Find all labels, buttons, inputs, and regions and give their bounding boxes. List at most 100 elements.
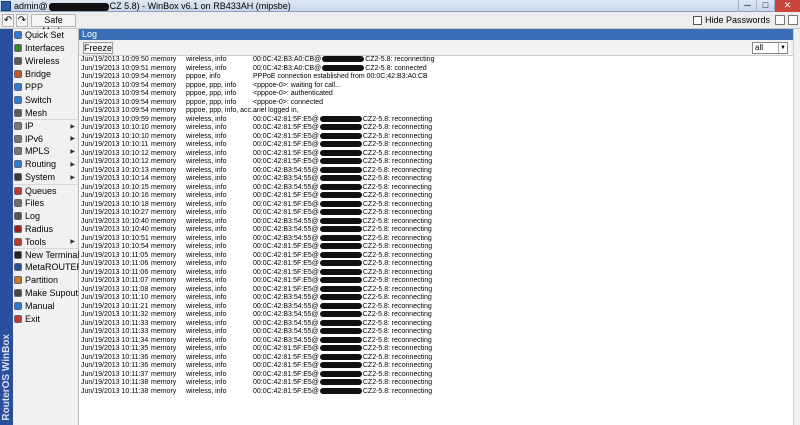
sidebar-item-switch[interactable]: Switch (13, 93, 78, 106)
log-row[interactable]: Jun/19/2013 10:10:13 memory wireless, info… (79, 167, 800, 176)
hide-passwords-checkbox[interactable] (692, 15, 702, 25)
sidebar-item-ipv6[interactable]: IPv6 ▶ (13, 132, 78, 145)
sidebar-item-metarouter[interactable]: MetaROUTER (13, 261, 83, 274)
log-row[interactable]: Jun/19/2013 10:11:05 memory wireless, info… (79, 252, 800, 261)
minimize-button[interactable]: ─ (738, 0, 756, 12)
redo-button[interactable]: ↷ (16, 14, 28, 27)
sidebar-item-new-terminal[interactable]: New Terminal (13, 248, 79, 261)
log-message: 00:0C:42:B3:54:55@ CZ2-5.8: reconnecting (253, 218, 432, 227)
chevron-right-icon: ▶ (70, 149, 75, 156)
log-message-suffix: CZ2-5.8: reconnecting (362, 141, 433, 148)
sidebar-item-log[interactable]: Log (13, 209, 78, 222)
sidebar-item-make-supout-rif[interactable]: Make Supout.rif (13, 287, 88, 300)
log-row[interactable]: Jun/19/2013 10:10:40 memory wireless, info… (79, 218, 800, 227)
sidebar-item-quick-set[interactable]: Quick Set (13, 29, 78, 42)
maximize-button[interactable]: □ (756, 0, 774, 12)
log-message: 00:0C:42:81:5F:E5@ CZ2-5.8: reconnecting (253, 345, 432, 354)
log-message-text: 00:0C:42:81:5F:E5@ (253, 200, 319, 208)
log-row[interactable]: Jun/19/2013 10:11:36 memory wireless, info… (79, 362, 800, 371)
log-row[interactable]: Jun/19/2013 10:11:36 memory wireless, info… (79, 354, 800, 363)
sidebar-item-label: System (25, 172, 56, 183)
sidebar-item-wireless[interactable]: Wireless (13, 55, 78, 68)
log-buffer: memory (151, 107, 177, 114)
sidebar-item-files[interactable]: Files (13, 197, 78, 210)
log-row[interactable]: Jun/19/2013 10:10:10 memory wireless, info… (79, 124, 800, 133)
menu-item-icon (14, 83, 22, 91)
sidebar-item-interfaces[interactable]: Interfaces (13, 42, 78, 55)
log-row[interactable]: Jun/19/2013 10:11:21 memory wireless, info… (79, 303, 800, 312)
hide-passwords-toggle[interactable]: Hide Passwords (692, 15, 770, 25)
log-topics: wireless, info (186, 353, 227, 361)
log-row[interactable]: Jun/19/2013 10:11:08 memory wireless, info… (79, 286, 800, 295)
log-topics: wireless, info (186, 379, 227, 386)
log-row[interactable]: Jun/19/2013 10:11:34 memory wireless, info… (79, 337, 800, 346)
sidebar-item-tools[interactable]: Tools ▶ (13, 235, 78, 248)
log-row[interactable]: Jun/19/2013 10:09:54 memory pppoe, info PPP… (79, 73, 800, 82)
sidebar-item-exit[interactable]: Exit (13, 313, 78, 326)
log-row[interactable]: Jun/19/2013 10:09:54 memory pppoe, ppp, in… (79, 99, 800, 108)
sidebar-item-label: Radius (25, 223, 54, 234)
log-message-text: 00:0C:42:81:5F:E5@ (253, 158, 319, 165)
log-row[interactable]: Jun/19/2013 10:11:37 memory wireless, info… (79, 371, 800, 380)
close-button[interactable]: ✕ (774, 0, 800, 12)
log-row[interactable]: Jun/19/2013 10:10:15 memory wireless, info… (79, 184, 800, 193)
vertical-scrollbar[interactable] (793, 29, 800, 425)
log-row[interactable]: Jun/19/2013 10:09:54 memory pppoe, ppp, in… (79, 107, 800, 116)
log-row[interactable]: Jun/19/2013 10:10:11 memory wireless, info… (79, 141, 800, 150)
sidebar-item-routing[interactable]: Routing ▶ (13, 158, 78, 171)
log-message: 00:0C:42:B3:A0:CB@ CZ2-5.8: reconnecting (253, 56, 434, 65)
log-row[interactable]: Jun/19/2013 10:11:10 memory wireless, info… (79, 294, 800, 303)
log-row[interactable]: Jun/19/2013 10:10:54 memory wireless, info… (79, 243, 800, 252)
log-row[interactable]: Jun/19/2013 10:11:06 memory wireless, info… (79, 260, 800, 269)
undo-button[interactable]: ↶ (2, 14, 14, 27)
log-row[interactable]: Jun/19/2013 10:10:14 memory wireless, info… (79, 175, 800, 184)
log-message: 00:0C:42:B3:54:55@ CZ2-5.8: reconnecting (253, 303, 432, 312)
safe-mode-button[interactable]: Safe Mode (31, 14, 76, 36)
log-row[interactable]: Jun/19/2013 10:11:38 memory wireless, info… (79, 379, 800, 388)
sidebar-item-mpls[interactable]: MPLS ▶ (13, 145, 78, 158)
log-row[interactable]: Jun/19/2013 10:10:40 memory wireless, info… (79, 226, 800, 235)
log-row[interactable]: Jun/19/2013 10:11:07 memory wireless, info… (79, 277, 800, 286)
log-message: 00:0C:42:81:5F:E5@ CZ2-5.8: reconnecting (253, 286, 432, 295)
log-row[interactable]: Jun/19/2013 10:10:27 memory wireless, info… (79, 209, 800, 218)
chevron-down-icon[interactable]: ▼ (778, 43, 787, 53)
log-filter-select[interactable]: all ▼ (752, 42, 788, 54)
log-topics: wireless, info (186, 217, 227, 225)
freeze-button[interactable]: Freeze (83, 42, 113, 54)
log-message: 00:0C:42:81:5F:E5@ CZ2-5.8: reconnecting (253, 116, 432, 125)
log-row[interactable]: Jun/19/2013 10:11:06 memory wireless, info… (79, 269, 800, 278)
log-buffer: memory (151, 56, 177, 63)
log-row[interactable]: Jun/19/2013 10:11:32 memory wireless, info… (79, 311, 800, 320)
log-row[interactable]: Jun/19/2013 10:09:54 memory pppoe, ppp, in… (79, 90, 800, 99)
log-row[interactable]: Jun/19/2013 10:10:16 memory wireless, info… (79, 192, 800, 201)
log-row[interactable]: Jun/19/2013 10:11:33 memory wireless, info… (79, 320, 800, 329)
log-row[interactable]: Jun/19/2013 10:10:12 memory wireless, info… (79, 158, 800, 167)
log-row[interactable]: Jun/19/2013 10:11:38 memory wireless, info… (79, 388, 800, 397)
log-row[interactable]: Jun/19/2013 10:11:35 memory wireless, info… (79, 345, 800, 354)
log-buffer: memory (151, 251, 177, 259)
sidebar-item-ppp[interactable]: PPP (13, 81, 78, 94)
log-message: 00:0C:42:81:5F:E5@ CZ2-5.8: reconnecting (253, 362, 432, 371)
log-row[interactable]: Jun/19/2013 10:10:12 memory wireless, info… (79, 150, 800, 159)
log-row[interactable]: Jun/19/2013 10:10:51 memory wireless, info… (79, 235, 800, 244)
log-topics: pppoe, ppp, info (186, 90, 237, 97)
log-row[interactable]: Jun/19/2013 10:10:18 memory wireless, info… (79, 201, 800, 210)
log-buffer: memory (151, 302, 177, 310)
log-message-suffix: CZ2-5.8: reconnecting (365, 56, 435, 63)
sidebar-item-system[interactable]: System ▶ (13, 171, 78, 184)
sidebar-item-partition[interactable]: Partition (13, 274, 78, 287)
sidebar-item-manual[interactable]: Manual (13, 300, 78, 313)
log-message: 00:0C:42:81:5F:E5@ CZ2-5.8: reconnecting (253, 354, 432, 363)
log-row[interactable]: Jun/19/2013 10:09:59 memory wireless, info… (79, 116, 800, 125)
log-row[interactable]: Jun/19/2013 10:09:51 memory wireless, info… (79, 65, 800, 74)
sidebar-item-mesh[interactable]: Mesh (13, 106, 78, 119)
log-row[interactable]: Jun/19/2013 10:09:54 memory pppoe, ppp, in… (79, 82, 800, 91)
sidebar-item-radius[interactable]: Radius (13, 222, 78, 235)
log-row[interactable]: Jun/19/2013 10:09:50 memory wireless, info… (79, 56, 800, 65)
log-message-text: 00:0C:42:81:5F:E5@ (253, 345, 319, 352)
log-row[interactable]: Jun/19/2013 10:10:10 memory wireless, info… (79, 133, 800, 142)
sidebar-item-ip[interactable]: IP ▶ (13, 119, 78, 132)
sidebar-item-bridge[interactable]: Bridge (13, 68, 78, 81)
sidebar-item-queues[interactable]: Queues (13, 183, 78, 197)
log-row[interactable]: Jun/19/2013 10:11:33 memory wireless, info… (79, 328, 800, 337)
